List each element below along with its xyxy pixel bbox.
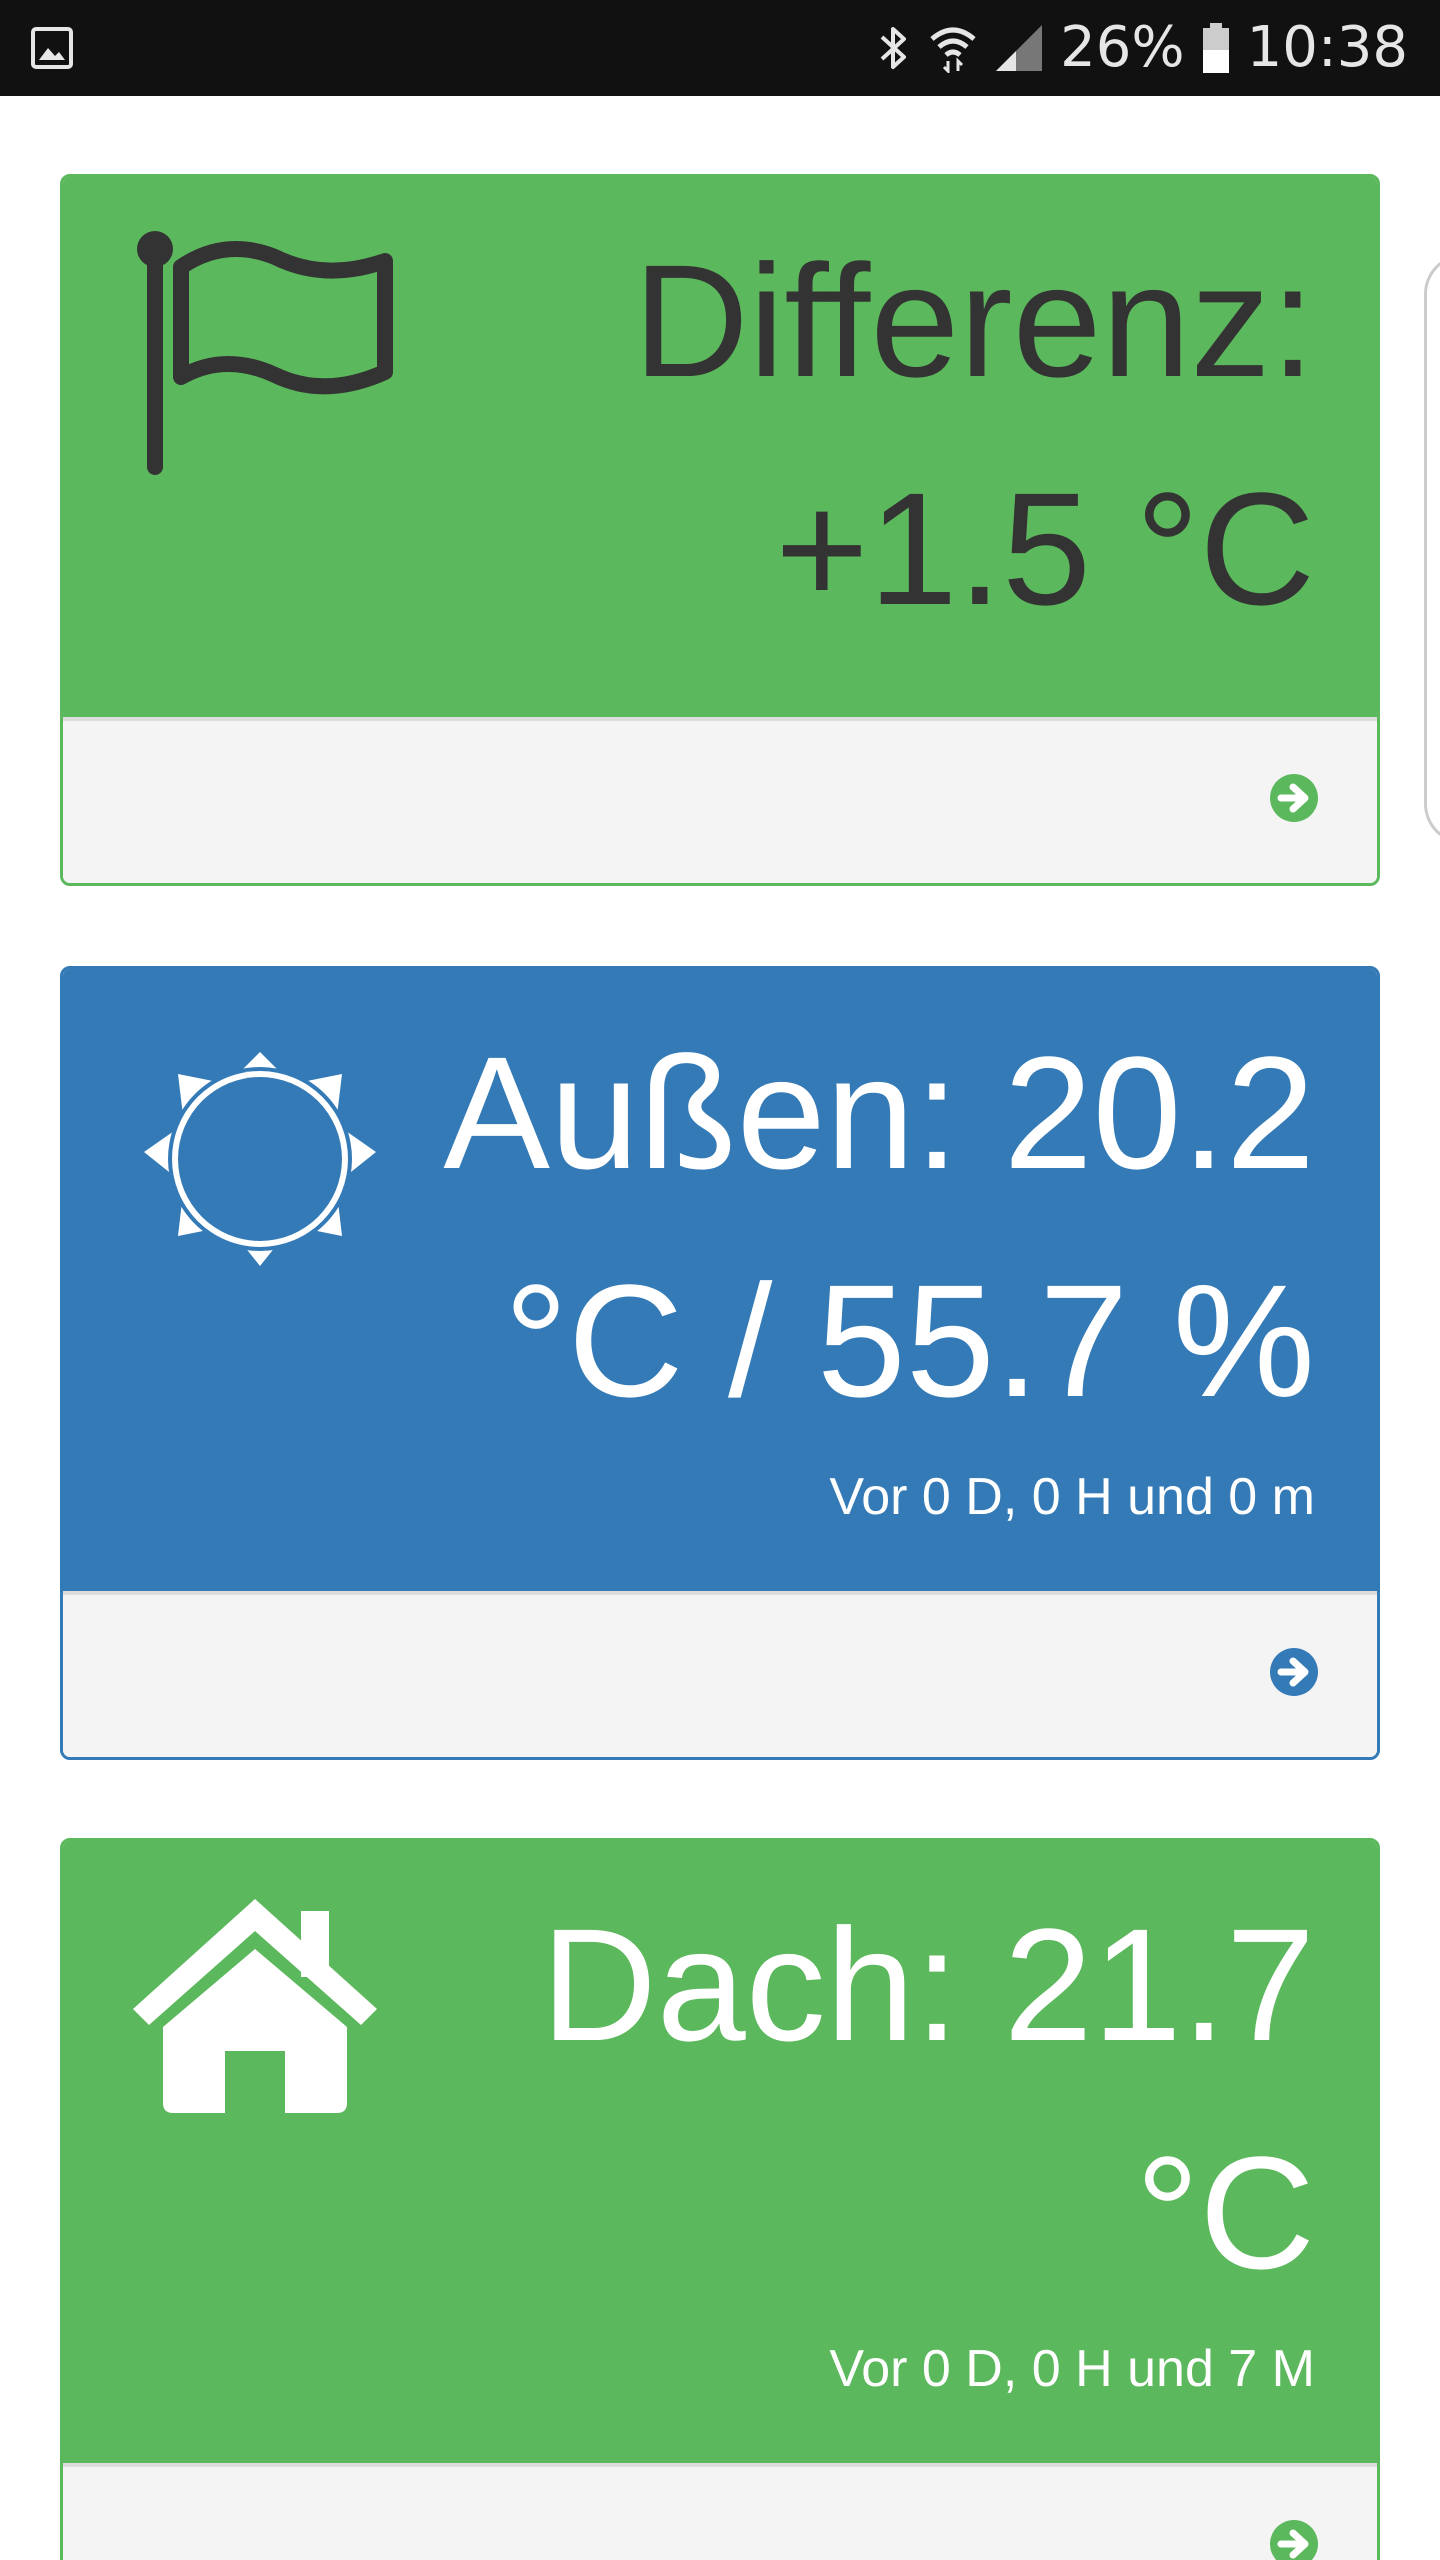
- bluetooth-icon: [876, 23, 912, 73]
- panel-value: °C / 55.7 %: [503, 1251, 1315, 1430]
- panel-subtitle: Vor 0 D, 0 H und 0 m: [829, 1468, 1315, 1526]
- panel-footer[interactable]: [63, 2463, 1377, 2560]
- home-icon: [125, 1891, 385, 2463]
- panel-aussen[interactable]: Außen: 20.2 °C / 55.7 % Vor 0 D, 0 H und…: [60, 966, 1380, 1760]
- flag-icon: [125, 227, 425, 717]
- panel-footer[interactable]: [63, 1591, 1377, 1757]
- panel-value: °C: [1135, 2123, 1315, 2302]
- arrow-circle-right-icon[interactable]: [1269, 2519, 1319, 2560]
- panel-subtitle: Vor 0 D, 0 H und 7 M: [829, 2340, 1315, 2398]
- panel-title: Differenz:: [633, 231, 1315, 410]
- dashboard: Differenz: +1.5 °C Außen: 20.2 °C / 55.7…: [0, 96, 1440, 2560]
- battery-percent: 26%: [1060, 15, 1185, 80]
- side-panel-edge: [1424, 254, 1440, 844]
- panel-title: Dach: 21.7: [541, 1895, 1315, 2074]
- panel-title: Außen: 20.2: [443, 1023, 1315, 1202]
- panel-footer[interactable]: [63, 717, 1377, 883]
- panel-value: +1.5 °C: [775, 459, 1315, 638]
- panel-heading: Differenz: +1.5 °C: [63, 177, 1377, 717]
- arrow-circle-right-icon[interactable]: [1269, 773, 1319, 823]
- gallery-icon: [30, 26, 74, 70]
- sun-icon: [125, 1019, 395, 1591]
- signal-icon: [994, 23, 1044, 73]
- status-bar: 26% 10:38: [0, 0, 1440, 96]
- wifi-icon: [928, 23, 978, 73]
- battery-icon: [1201, 22, 1231, 74]
- clock-time: 10:38: [1246, 15, 1408, 80]
- panel-dach[interactable]: Dach: 21.7 °C Vor 0 D, 0 H und 7 M: [60, 1838, 1380, 2560]
- panel-differenz[interactable]: Differenz: +1.5 °C: [60, 174, 1380, 886]
- panel-heading: Außen: 20.2 °C / 55.7 % Vor 0 D, 0 H und…: [63, 969, 1377, 1591]
- arrow-circle-right-icon[interactable]: [1269, 1647, 1319, 1697]
- panel-heading: Dach: 21.7 °C Vor 0 D, 0 H und 7 M: [63, 1841, 1377, 2463]
